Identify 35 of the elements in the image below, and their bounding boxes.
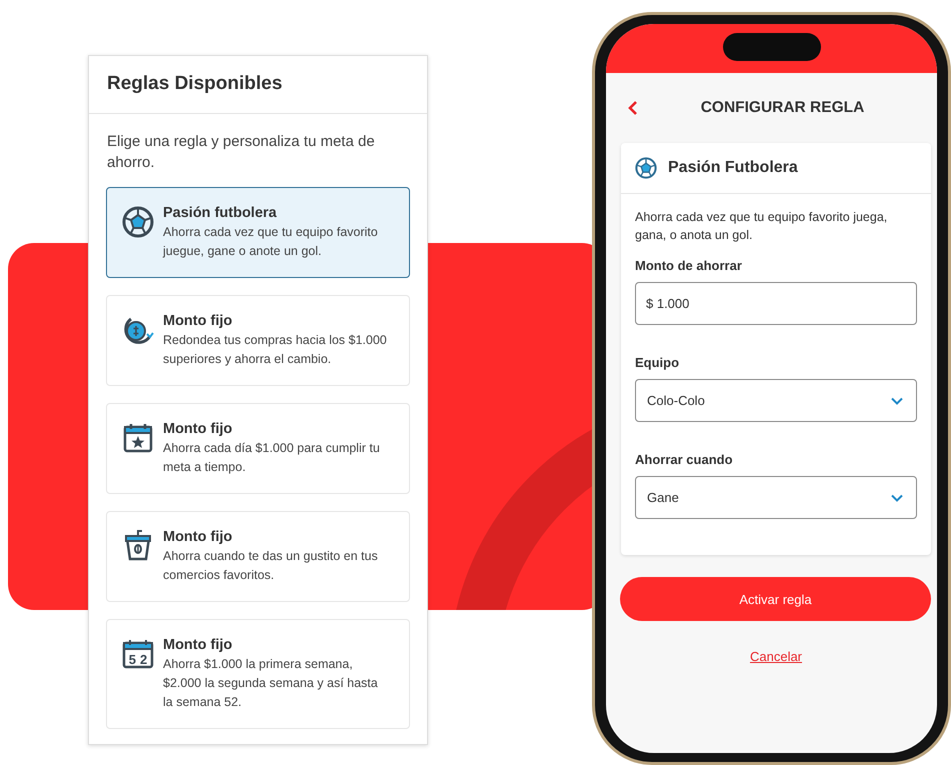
rule-card[interactable]: Monto fijo Ahorra cuando te das un gustito en tus comercios favoritos. xyxy=(106,511,410,602)
rule-description: Ahorra cada vez que tu equipo favorito juegue, gane o anote un gol. xyxy=(163,224,379,260)
soccer-ball-icon xyxy=(635,157,657,179)
rule-name: Pasión Futbolera xyxy=(668,159,798,177)
cancel-link[interactable]: Cancelar xyxy=(750,649,802,664)
rule-title: Monto fijo xyxy=(163,313,234,329)
panel-title: Reglas Disponibles xyxy=(89,56,427,114)
screen-title: CONFIGURAR REGLA xyxy=(700,99,866,117)
cup-icon xyxy=(122,530,154,562)
rule-title: Pasión futbolera xyxy=(163,205,278,221)
field-label: Ahorrar cuando xyxy=(635,452,734,467)
rule-description: Ahorra cada día $1.000 para cumplir tu meta a tiempo. xyxy=(163,440,381,476)
dropdown-field[interactable]: Colo-Colo xyxy=(635,379,917,422)
dropdown-field[interactable]: Gane xyxy=(635,476,917,519)
intro-text: Elige una regla y personaliza tu meta de ahorro. xyxy=(107,132,376,173)
rule-description: Ahorra cuando te das un gustito en tus comercios favoritos. xyxy=(163,548,379,584)
field-label: Monto de ahorrar xyxy=(635,258,743,273)
amount-input-field[interactable]: $ 1.000 xyxy=(635,282,917,325)
rule-title: Monto fijo xyxy=(163,529,234,545)
chevron-down-icon xyxy=(891,396,903,404)
activate-rule-button[interactable]: Activar regla xyxy=(620,577,931,621)
rule-description: Ahorra $1.000 la primera semana, $2.000 la segunda semana y así hasta la semana 52. xyxy=(163,656,379,711)
rule-title: Monto fijo xyxy=(163,421,234,437)
rule-description: Ahorra cada vez que tu equipo favorito juega, gana, o anota un gol. xyxy=(635,209,888,244)
soccer-ball-icon xyxy=(122,206,154,238)
rule-card[interactable]: 52 Monto fijo Ahorra $1.000 la primera semana, $2.000 la segunda semana y así hasta la semana 52. xyxy=(106,619,410,729)
rule-title: Monto fijo xyxy=(163,637,234,653)
calendar-star-icon xyxy=(122,422,154,454)
field-label: Equipo xyxy=(635,355,680,370)
rule-card[interactable]: Monto fijo Ahorra cada día $1.000 para cumplir tu meta a tiempo. xyxy=(106,403,410,494)
chevron-down-icon xyxy=(891,494,903,502)
rule-card[interactable]: Monto fijo Redondea tus compras hacia los $1.000 superiores y ahorra el cambio. xyxy=(106,295,410,386)
back-chevron-icon[interactable] xyxy=(628,100,638,116)
rule-card[interactable]: Pasión futbolera Ahorra cada vez que tu equipo favorito juegue, gane o anote un gol. xyxy=(106,187,410,278)
rule-description: Redondea tus compras hacia los $1.000 superiores y ahorra el cambio. xyxy=(163,332,387,368)
